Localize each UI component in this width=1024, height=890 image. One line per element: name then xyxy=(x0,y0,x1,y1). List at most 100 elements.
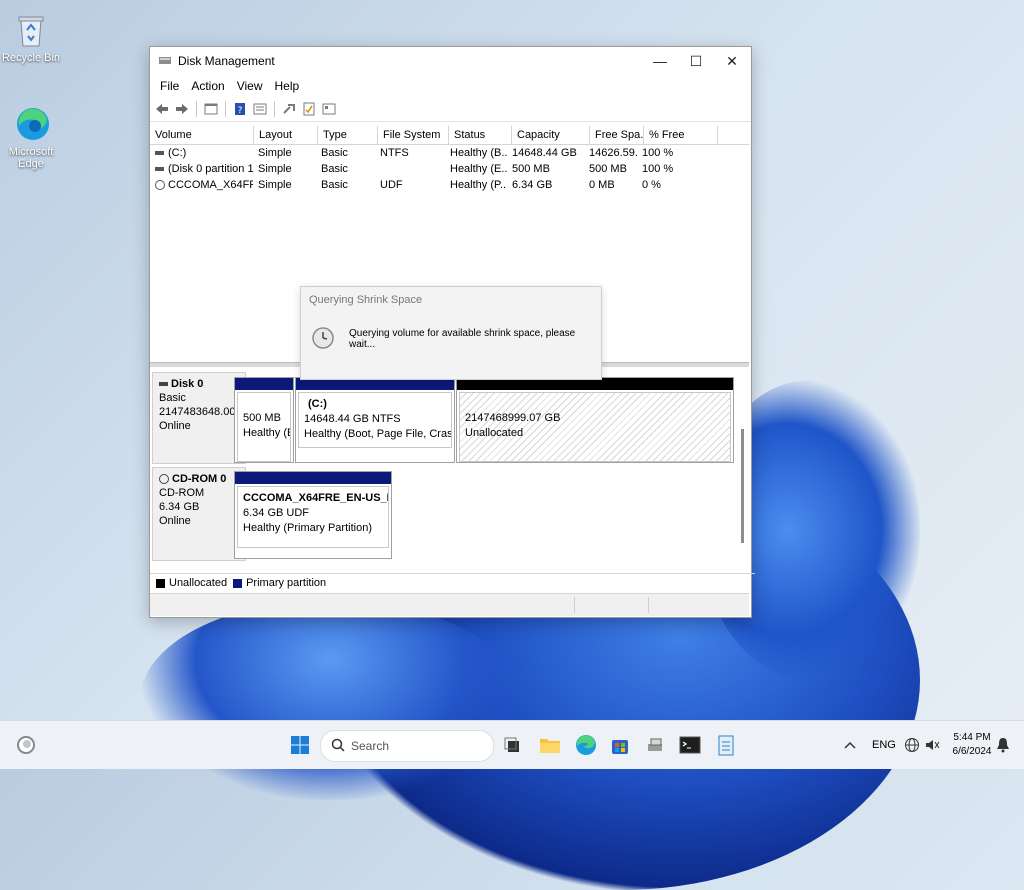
store-icon[interactable] xyxy=(608,733,632,757)
primary-partition-swatch xyxy=(233,578,243,588)
column-header-free-space[interactable]: Free Spa... xyxy=(590,126,644,144)
cell-percent-free: 100 % xyxy=(642,163,674,175)
partition-label: (C:) xyxy=(308,398,327,410)
disk-state: Online xyxy=(159,515,191,527)
partition-efi[interactable]: 500 MB Healthy (EF xyxy=(234,377,294,463)
close-button[interactable]: ✕ xyxy=(714,47,750,75)
menu-help[interactable]: Help xyxy=(269,79,306,93)
recycle-bin-icon xyxy=(15,12,47,48)
edge-icon xyxy=(15,106,49,142)
cell-file-system: NTFS xyxy=(380,147,409,159)
notification-icon[interactable] xyxy=(996,721,1010,769)
unallocated-swatch xyxy=(156,578,165,588)
menu-view[interactable]: View xyxy=(231,79,269,93)
table-row[interactable]: (Disk 0 partition 1) Simple Basic Health… xyxy=(150,161,749,177)
maximize-button[interactable]: ☐ xyxy=(678,47,714,75)
cell-percent-free: 0 % xyxy=(642,179,661,191)
column-header-status[interactable]: Status xyxy=(449,126,512,144)
checklist-icon[interactable] xyxy=(301,101,317,117)
column-header-capacity[interactable]: Capacity xyxy=(512,126,590,144)
disk-graphical-view: Disk 0 Basic 2147483648.00 G Online 500 … xyxy=(150,367,749,567)
table-row[interactable]: CCCOMA_X64FRE... Simple Basic UDF Health… xyxy=(150,177,749,193)
cd-drive-icon xyxy=(159,474,169,485)
show-hidden-icons-chevron-icon[interactable] xyxy=(844,721,856,769)
wallpaper-bloom xyxy=(140,600,520,800)
column-header-layout[interactable]: Layout xyxy=(254,126,318,144)
taskbar: Search ENG 5:44 PM 6/6/2024 xyxy=(0,720,1024,769)
disk-0-label[interactable]: Disk 0 Basic 2147483648.00 G Online xyxy=(152,372,246,464)
partition-status: Unallocated xyxy=(465,427,524,439)
connect-icon[interactable] xyxy=(281,101,297,117)
notepad-icon[interactable] xyxy=(714,733,738,757)
cell-type: Basic xyxy=(321,147,348,159)
column-header-volume[interactable]: Volume xyxy=(150,126,254,144)
volume-icon[interactable] xyxy=(924,721,940,769)
task-view-icon[interactable] xyxy=(500,733,524,757)
disk-management-taskbar-icon[interactable] xyxy=(643,733,667,757)
toolbar-separator xyxy=(225,101,226,117)
search-icon xyxy=(331,738,345,755)
partition-size: 2147468999.07 GB xyxy=(465,412,561,424)
column-header-type[interactable]: Type xyxy=(318,126,378,144)
desktop-icon-edge[interactable]: Microsoft Edge xyxy=(0,106,66,170)
partition-size: 500 MB xyxy=(243,412,281,424)
cell-status: Healthy (P... xyxy=(450,179,507,191)
drive-icon xyxy=(155,151,164,156)
status-bar-divider xyxy=(648,597,649,613)
partition-c[interactable]: (C:) 14648.44 GB NTFS Healthy (Boot, Pag… xyxy=(295,377,455,463)
file-explorer-icon[interactable] xyxy=(538,733,562,757)
cdrom-0-label[interactable]: CD-ROM 0 CD-ROM 6.34 GB Online xyxy=(152,467,246,561)
cell-capacity: 500 MB xyxy=(512,163,550,175)
volume-list-header: Volume Layout Type File System Status Ca… xyxy=(150,126,749,145)
language-indicator[interactable]: ENG xyxy=(872,721,896,769)
cell-status: Healthy (B... xyxy=(450,147,507,159)
taskbar-clock[interactable]: 5:44 PM 6/6/2024 xyxy=(948,731,996,759)
help-icon[interactable]: ? xyxy=(232,101,248,117)
toolbar-separator xyxy=(196,101,197,117)
cell-capacity: 14648.44 GB xyxy=(512,147,577,159)
list-view-icon[interactable] xyxy=(252,101,268,117)
column-header-file-system[interactable]: File System xyxy=(378,126,449,144)
cell-free-space: 14626.59... xyxy=(589,147,637,159)
partition-unallocated[interactable]: 2147468999.07 GB Unallocated xyxy=(456,377,734,463)
network-icon[interactable] xyxy=(904,721,920,769)
settings-view-icon[interactable] xyxy=(321,101,337,117)
minimize-button[interactable]: — xyxy=(642,47,678,75)
cell-volume: (Disk 0 partition 1) xyxy=(150,161,253,177)
title-bar[interactable]: Disk Management — ☐ ✕ xyxy=(150,47,751,75)
start-button[interactable] xyxy=(288,733,312,757)
cell-status: Healthy (E... xyxy=(450,163,507,175)
legend: Unallocated Primary partition xyxy=(150,573,755,592)
disk-state: Online xyxy=(159,420,191,432)
cell-type: Basic xyxy=(321,163,348,175)
back-arrow-icon[interactable] xyxy=(154,101,170,117)
legend-unallocated: Unallocated xyxy=(169,577,228,589)
column-header-percent-free[interactable]: % Free xyxy=(644,126,718,144)
clock-icon xyxy=(311,326,335,353)
desktop-icon-recycle-bin[interactable]: Recycle Bin xyxy=(0,12,66,64)
cell-free-space: 0 MB xyxy=(589,179,615,191)
menu-file[interactable]: File xyxy=(154,79,185,93)
partition-size: 6.34 GB UDF xyxy=(243,507,310,519)
vertical-scrollbar[interactable] xyxy=(741,429,744,543)
disk-management-icon xyxy=(158,54,172,69)
edge-icon[interactable] xyxy=(574,733,598,757)
status-bar-divider xyxy=(574,597,575,613)
disk-name: Disk 0 xyxy=(171,378,204,390)
drive-icon xyxy=(155,167,164,172)
querying-shrink-space-dialog: Querying Shrink Space Querying volume fo… xyxy=(300,286,602,380)
status-bar xyxy=(150,593,749,616)
cd-drive-icon xyxy=(155,180,165,191)
menu-action[interactable]: Action xyxy=(185,79,230,93)
cell-percent-free: 100 % xyxy=(642,147,674,159)
properties-icon[interactable] xyxy=(203,101,219,117)
legend-primary: Primary partition xyxy=(246,577,327,589)
window-title: Disk Management xyxy=(178,54,275,68)
cell-type: Basic xyxy=(321,179,348,191)
terminal-icon[interactable] xyxy=(678,733,702,757)
forward-arrow-icon[interactable] xyxy=(174,101,190,117)
partition-cdrom[interactable]: CCCOMA_X64FRE_EN-US_DV9 ( 6.34 GB UDF He… xyxy=(234,471,392,559)
widgets-icon[interactable] xyxy=(14,733,38,757)
table-row[interactable]: (C:) Simple Basic NTFS Healthy (B... 146… xyxy=(150,145,749,161)
taskbar-search[interactable]: Search xyxy=(320,730,494,762)
